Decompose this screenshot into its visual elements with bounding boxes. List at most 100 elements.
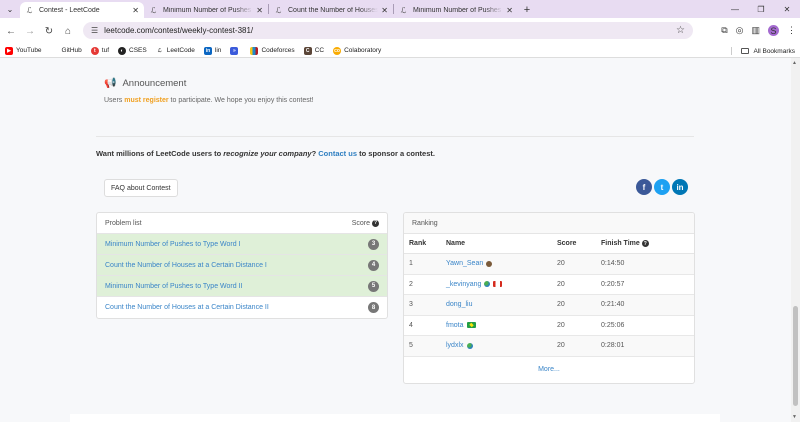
bookmark-codeforces[interactable]: Codeforces: [250, 46, 295, 55]
address-bar[interactable]: ☰ leetcode.com/contest/weekly-contest-38…: [83, 22, 693, 39]
ranking-row: 2 _kevinyang 20 0:20:57: [404, 275, 694, 295]
new-tab-button[interactable]: +: [518, 2, 536, 18]
extensions-icon[interactable]: ⧉: [721, 25, 727, 36]
scroll-up-icon[interactable]: ▲: [792, 60, 797, 66]
bookmark-label: lin: [214, 47, 222, 54]
close-window-icon[interactable]: ✕: [774, 0, 800, 18]
problem-row[interactable]: Minimum Number of Pushes to Type Word I …: [97, 234, 387, 255]
announcement-must: must: [124, 97, 141, 104]
rank-cell: 5: [409, 342, 413, 350]
facebook-icon[interactable]: f: [636, 179, 652, 195]
reload-icon[interactable]: ↻: [41, 23, 57, 39]
finish-time-cell: 0:21:40: [601, 301, 625, 309]
ranking-panel: Ranking Rank Name Score Finish Time? 1 Y…: [403, 212, 695, 384]
problem-score-badge: 5: [368, 280, 379, 292]
cses-icon: ◐: [118, 46, 127, 55]
problem-row[interactable]: Minimum Number of Pushes to Type Word II…: [97, 276, 387, 297]
social-share: f t in: [636, 179, 688, 195]
finish-time-cell: 0:25:06: [601, 321, 625, 329]
user-link[interactable]: Yawn_Sean: [446, 260, 483, 267]
problem-link[interactable]: Count the Number of Houses at a Certain …: [105, 262, 267, 269]
score-header: Score?: [352, 219, 379, 227]
linkedin-share-icon[interactable]: in: [672, 179, 688, 195]
register-link[interactable]: register: [143, 97, 169, 104]
scroll-down-icon[interactable]: ▼: [792, 414, 797, 420]
window-controls: — ❐ ✕: [722, 0, 800, 18]
contact-us-link[interactable]: Contact us: [318, 149, 357, 158]
bookmark-star-icon[interactable]: ☆: [676, 25, 685, 36]
youtube-icon: ▶: [5, 46, 13, 55]
tab-problem-2[interactable]: ℒ Count the Number of Houses a ✕: [269, 2, 393, 18]
finish-time-cell: 0:20:57: [601, 280, 625, 288]
close-tab-icon[interactable]: ✕: [506, 6, 513, 15]
minimize-icon[interactable]: —: [722, 0, 748, 18]
bookmark-github[interactable]: GitHub: [50, 46, 82, 55]
score-cell: 20: [557, 321, 565, 329]
page-scrollbar[interactable]: ▲ ▼: [791, 58, 800, 422]
bookmark-youtube[interactable]: ▶ YouTube: [5, 46, 42, 55]
all-bookmarks[interactable]: All Bookmarks: [741, 44, 795, 58]
menu-icon[interactable]: ⋮: [787, 25, 796, 36]
scrollbar-thumb[interactable]: [793, 306, 798, 406]
media-icon[interactable]: ◎: [736, 25, 744, 36]
problem-score-badge: 8: [368, 302, 379, 313]
canada-flag-icon: [493, 281, 503, 288]
user-link[interactable]: _kevinyang: [446, 281, 481, 288]
browser-tab-bar: ⌄ ℒ Contest - LeetCode ✕ ℒ Minimum Numbe…: [0, 0, 800, 18]
site-info-icon[interactable]: ☰: [91, 26, 98, 35]
bookmark-label: GitHub: [61, 47, 82, 54]
problem-row[interactable]: Count the Number of Houses at a Certain …: [97, 297, 387, 318]
name-cell: Yawn_Sean: [446, 260, 557, 267]
problem-link[interactable]: Minimum Number of Pushes to Type Word II: [105, 283, 242, 290]
bookmark-tuf[interactable]: t tuf: [90, 46, 109, 55]
more-ranking-link[interactable]: More...: [404, 357, 694, 383]
country-flag-icon: [486, 260, 493, 267]
score-cell: 20: [557, 280, 565, 288]
user-link[interactable]: lydxlx: [446, 342, 464, 349]
tab-search-icon[interactable]: ⌄: [0, 0, 20, 18]
tab-title: Minimum Number of Pushes to: [413, 6, 504, 14]
bookmark-label: Colaboratory: [344, 47, 382, 54]
restore-icon[interactable]: ❐: [748, 0, 774, 18]
problem-link[interactable]: Minimum Number of Pushes to Type Word I: [105, 241, 241, 248]
tab-problem-1[interactable]: ℒ Minimum Number of Pushes to ✕: [144, 2, 268, 18]
twitter-icon[interactable]: t: [654, 179, 670, 195]
help-icon[interactable]: ?: [372, 219, 379, 227]
bookmark-label: CSES: [129, 47, 147, 54]
col-finish-time-label: Finish Time: [601, 240, 640, 247]
close-tab-icon[interactable]: ✕: [256, 6, 263, 15]
col-finish-time: Finish Time?: [601, 240, 694, 247]
bookmark-colab[interactable]: co Colaboratory: [333, 46, 382, 55]
help-icon[interactable]: ?: [641, 240, 649, 247]
ranking-rows: 1 Yawn_Sean 20 0:14:50 2 _kevinyang 20 0…: [404, 254, 694, 357]
sponsor-text: Want millions of LeetCode users to recog…: [96, 149, 435, 158]
tab-problem-3[interactable]: ℒ Minimum Number of Pushes to ✕: [394, 2, 518, 18]
side-panel-icon[interactable]: ▥: [751, 25, 760, 36]
close-tab-icon[interactable]: ✕: [132, 6, 139, 15]
name-cell: _kevinyang: [446, 281, 557, 288]
bookmark-arrows[interactable]: »: [230, 46, 241, 55]
bookmark-linkedin[interactable]: in lin: [203, 46, 222, 55]
problem-row[interactable]: Count the Number of Houses at a Certain …: [97, 255, 387, 276]
globe-icon: [484, 281, 491, 288]
bookmark-leetcode[interactable]: ℒ LeetCode: [155, 46, 195, 55]
bookmark-cses[interactable]: ◐ CSES: [118, 46, 147, 55]
close-tab-icon[interactable]: ✕: [381, 6, 388, 15]
bookmark-cc[interactable]: C CC: [303, 46, 324, 55]
leetcode-favicon-icon: ℒ: [150, 5, 157, 15]
profile-avatar[interactable]: S: [768, 25, 779, 36]
forward-icon[interactable]: →: [22, 23, 38, 39]
home-icon[interactable]: ⌂: [60, 23, 76, 39]
section-divider: [96, 136, 694, 137]
tab-contest[interactable]: ℒ Contest - LeetCode ✕: [20, 2, 144, 18]
bookmarks-bar: ▶ YouTube GitHub t tuf ◐ CSES ℒ LeetCode in l…: [0, 44, 800, 58]
user-link[interactable]: fmota: [446, 322, 464, 329]
ranking-column-headers: Rank Name Score Finish Time?: [404, 234, 694, 254]
faq-button[interactable]: FAQ about Contest: [104, 179, 178, 197]
ranking-title: Ranking: [404, 213, 694, 234]
all-bookmarks-label: All Bookmarks: [753, 47, 795, 55]
back-icon[interactable]: ←: [3, 23, 19, 39]
problem-link[interactable]: Count the Number of Houses at a Certain …: [105, 304, 269, 311]
url-text[interactable]: leetcode.com/contest/weekly-contest-381/: [104, 26, 676, 35]
user-link[interactable]: dong_liu: [446, 301, 472, 308]
